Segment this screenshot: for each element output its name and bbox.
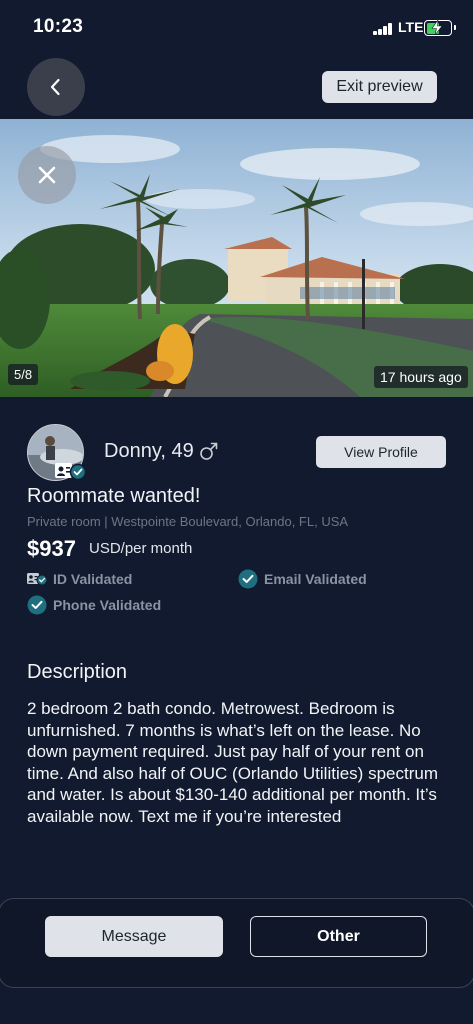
status-time: 10:23 <box>33 16 84 37</box>
phone-validated-badge: Phone Validated <box>27 595 161 615</box>
listing-price: $937 <box>27 536 76 561</box>
exit-preview-button[interactable]: Exit preview <box>322 71 437 103</box>
other-button[interactable]: Other <box>250 916 427 957</box>
verified-badge-icon <box>55 463 87 480</box>
view-profile-button[interactable]: View Profile <box>316 436 446 468</box>
back-button[interactable] <box>27 58 85 116</box>
price-unit: USD/per month <box>89 540 193 557</box>
male-icon <box>200 442 218 460</box>
email-validated-badge: Email Validated <box>238 569 367 589</box>
description-text: 2 bedroom 2 bath condo. Metrowest. Bedro… <box>27 699 438 826</box>
status-bar: 10:23 LTE <box>0 0 473 56</box>
user-name: Donny, 49 <box>104 440 194 462</box>
description-heading: Description <box>27 661 128 683</box>
posted-time: 17 hours ago <box>374 366 468 388</box>
verification-label: Email Validated <box>264 571 367 587</box>
check-circle-icon <box>27 595 47 615</box>
listing-title: Roommate wanted! <box>27 485 201 507</box>
chevron-left-icon <box>50 78 60 96</box>
listing-location: Private room | Westpointe Boulevard, Orl… <box>27 514 349 529</box>
close-photo-button[interactable] <box>18 146 76 204</box>
verification-label: ID Validated <box>53 571 133 587</box>
id-card-check-icon <box>27 572 47 586</box>
id-validated-badge: ID Validated <box>27 571 132 587</box>
photo-counter: 5/8 <box>8 364 39 385</box>
network-label: LTE <box>398 19 424 35</box>
signal-icon <box>373 22 393 35</box>
close-icon <box>38 166 56 184</box>
check-circle-icon <box>238 569 258 589</box>
battery-icon <box>424 20 456 36</box>
message-button[interactable]: Message <box>45 916 223 957</box>
verification-label: Phone Validated <box>53 597 162 613</box>
